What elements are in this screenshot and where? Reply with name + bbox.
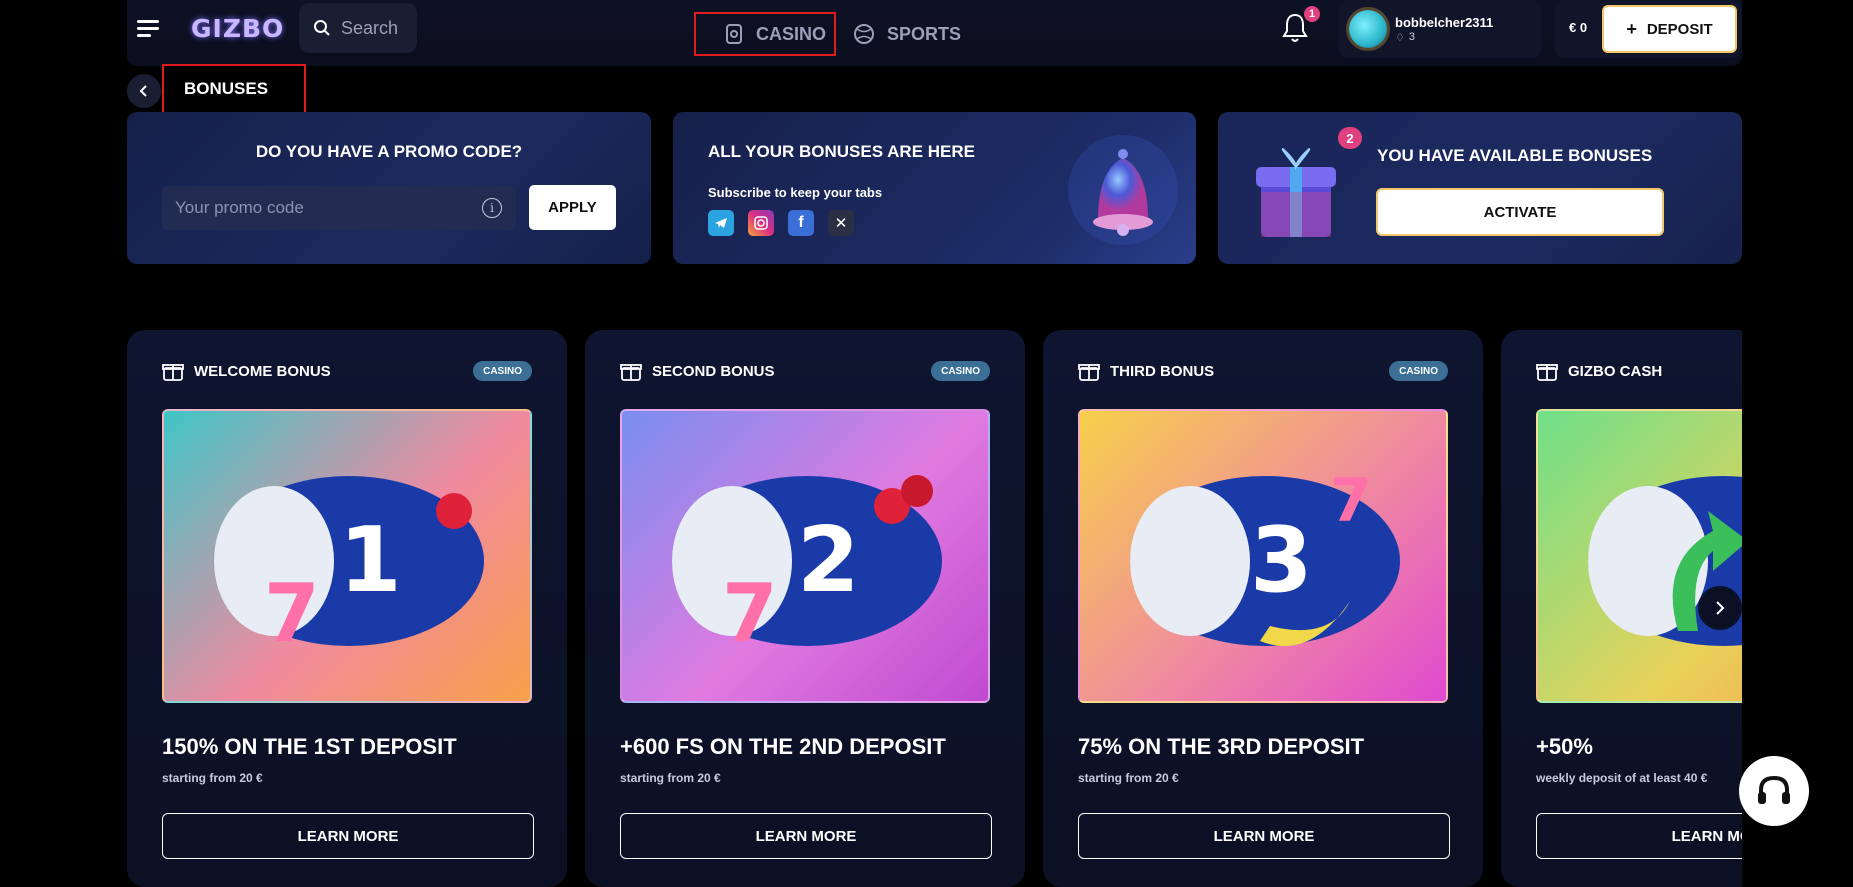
gift-icon xyxy=(1078,364,1100,381)
bonus-label: GIZBO CASH xyxy=(1568,362,1663,380)
bonus-title: +50% xyxy=(1536,734,1593,759)
social-subtitle: Subscribe to keep your tabs xyxy=(708,185,883,200)
casino-tag: CASINO xyxy=(1389,361,1448,381)
promo-code-input[interactable]: Your promo code i xyxy=(162,186,516,230)
promo-heading: DO YOU HAVE A PROMO CODE? xyxy=(255,142,523,161)
gift-icon xyxy=(1536,364,1558,381)
learn-more-button[interactable]: LEARN MORE xyxy=(1078,813,1450,859)
apply-button[interactable]: APPLY xyxy=(529,185,616,230)
learn-more-button[interactable]: LEARN MORE xyxy=(620,813,992,859)
bonus-title: 75% ON THE 3RD DEPOSIT xyxy=(1078,734,1365,759)
bell-illustration xyxy=(1068,135,1178,245)
bonus-subtitle: starting from 20 € xyxy=(620,771,721,785)
bonus-title: 150% ON THE 1ST DEPOSIT xyxy=(162,734,457,759)
chevron-right-icon xyxy=(1716,601,1725,615)
username: bobbelcher2311 xyxy=(1395,14,1494,30)
bonus-card-third: THIRD BONUS CASINO 3 7 75% ON THE 3RD DE… xyxy=(1043,330,1483,887)
bonus-subtitle: starting from 20 € xyxy=(162,771,263,785)
casino-tag: CASINO xyxy=(931,361,990,381)
gift-illustration xyxy=(1256,148,1336,237)
deposit-button[interactable]: + DEPOSIT xyxy=(1602,5,1737,53)
social-subscribe-card: ALL YOUR BONUSES ARE HERE Subscribe to k… xyxy=(673,112,1196,264)
bonus-count-badge: 2 xyxy=(1338,127,1362,149)
menu-icon[interactable] xyxy=(137,20,161,38)
casino-tag: CASINO xyxy=(473,361,532,381)
plus-icon: + xyxy=(1626,18,1637,39)
learn-more-button[interactable]: LEARN MORE xyxy=(162,813,534,859)
x-icon[interactable]: ✕ xyxy=(828,210,854,236)
chevron-left-icon xyxy=(139,85,147,97)
social-heading: ALL YOUR BONUSES ARE HERE xyxy=(708,142,976,161)
top-header: GIZBO Search CASINO SPORTS 1 bobbelcher2… xyxy=(127,0,1742,66)
bonus-card-second: SECOND BONUS CASINO 2 7 +600 FS ON THE 2… xyxy=(585,330,1025,887)
bonus-image: 3 7 xyxy=(1078,409,1448,703)
available-bonuses-card: 2 YOU HAVE AVAILABLE BONUSES ACTIVATE xyxy=(1218,112,1742,264)
tab-casino[interactable]: CASINO xyxy=(694,12,836,56)
sports-ball-icon xyxy=(854,24,874,44)
logo[interactable]: GIZBO xyxy=(191,14,284,43)
slot-number: 3 xyxy=(1250,508,1313,613)
bonus-image: 1 7 xyxy=(162,409,532,703)
activate-button[interactable]: ACTIVATE xyxy=(1376,188,1664,236)
instagram-icon[interactable] xyxy=(748,210,774,236)
user-level: 3 xyxy=(1408,31,1415,43)
deposit-label: DEPOSIT xyxy=(1646,20,1713,38)
search-placeholder: Search xyxy=(341,17,399,38)
slot-number: 2 xyxy=(797,508,860,613)
tab-casino-label: CASINO xyxy=(756,23,827,44)
page-title: BONUSES xyxy=(162,64,306,114)
casino-icon xyxy=(726,24,742,44)
diamond-icon: ♢ xyxy=(1395,31,1405,44)
tab-sports-label: SPORTS xyxy=(887,23,962,44)
gift-icon xyxy=(620,364,642,381)
slot-number: 1 xyxy=(339,508,402,613)
promo-placeholder: Your promo code xyxy=(175,198,304,217)
search-icon xyxy=(314,20,330,36)
bonus-label: WELCOME BONUS xyxy=(194,362,331,380)
learn-more-button[interactable]: LEARN MORE xyxy=(1536,813,1742,859)
svg-text:7: 7 xyxy=(264,567,320,660)
bonus-subtitle: weekly deposit of at least 40 € xyxy=(1536,771,1708,785)
promo-code-card: DO YOU HAVE A PROMO CODE? Your promo cod… xyxy=(127,112,651,264)
svg-text:7: 7 xyxy=(1330,466,1372,536)
avatar xyxy=(1349,10,1387,48)
facebook-icon[interactable]: f xyxy=(788,210,814,236)
search-box[interactable]: Search xyxy=(299,3,417,53)
telegram-icon[interactable] xyxy=(708,210,734,236)
back-button[interactable] xyxy=(127,74,161,108)
headset-icon xyxy=(1758,775,1790,804)
bonus-image xyxy=(1536,409,1742,703)
notifications-badge: 1 xyxy=(1304,6,1320,22)
info-icon[interactable]: i xyxy=(482,198,502,218)
bonus-image: 2 7 xyxy=(620,409,990,703)
bonus-card-welcome: WELCOME BONUS CASINO 1 7 150% ON THE 1ST… xyxy=(127,330,567,887)
tab-sports[interactable]: SPORTS xyxy=(853,12,961,56)
gift-icon xyxy=(162,364,184,381)
user-profile[interactable]: bobbelcher2311 ♢ 3 xyxy=(1339,0,1541,58)
notifications-button[interactable]: 1 xyxy=(1280,6,1320,44)
available-heading: YOU HAVE AVAILABLE BONUSES xyxy=(1377,146,1653,165)
bonus-label: SECOND BONUS xyxy=(652,362,775,380)
bonus-label: THIRD BONUS xyxy=(1110,362,1215,380)
bonus-subtitle: starting from 20 € xyxy=(1078,771,1179,785)
support-chat-button[interactable] xyxy=(1739,756,1809,826)
svg-text:7: 7 xyxy=(722,567,778,660)
balance-amount[interactable]: € 0 xyxy=(1569,20,1587,35)
bonus-title: +600 FS ON THE 2ND DEPOSIT xyxy=(620,734,946,759)
carousel-next-button[interactable] xyxy=(1698,586,1742,630)
